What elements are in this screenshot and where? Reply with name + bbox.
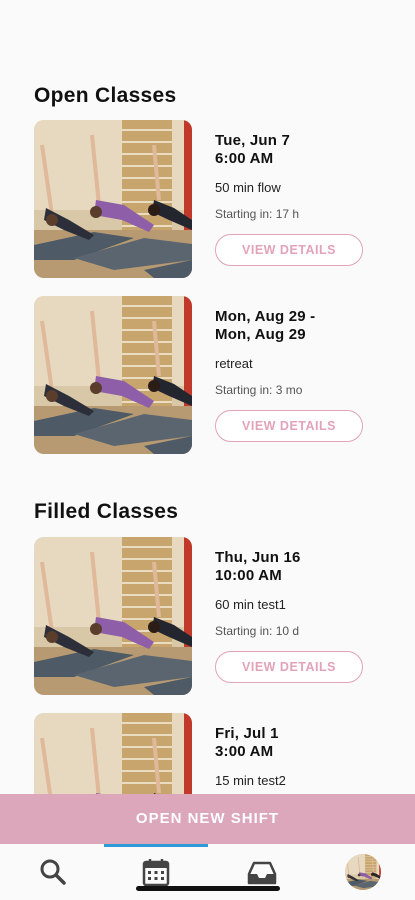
home-indicator (136, 886, 280, 891)
open-classes-title: Open Classes (34, 84, 177, 107)
search-icon (40, 859, 66, 885)
class-image (34, 296, 192, 454)
class-description: 15 min test2 (215, 773, 286, 788)
tab-bar (0, 844, 415, 900)
class-description: 50 min flow (215, 180, 281, 195)
class-date: Fri, Jul 1 3:00 AM (215, 725, 279, 760)
class-starting: Starting in: 17 h (215, 207, 300, 221)
tab-calendar[interactable] (140, 856, 172, 888)
view-details-button[interactable]: VIEW DETAILS (215, 651, 363, 683)
tab-profile[interactable] (345, 854, 381, 890)
profile-avatar (345, 854, 381, 890)
class-starting: Starting in: 3 mo (215, 383, 303, 397)
class-date: Thu, Jun 16 10:00 AM (215, 549, 301, 584)
class-date: Mon, Aug 29 - Mon, Aug 29 (215, 308, 316, 343)
open-new-shift-button[interactable]: OPEN NEW SHIFT (0, 794, 415, 844)
view-details-button[interactable]: VIEW DETAILS (215, 410, 363, 442)
inbox-icon (247, 861, 277, 885)
class-starting: Starting in: 10 d (215, 624, 300, 638)
filled-classes-title: Filled Classes (34, 500, 179, 523)
class-card[interactable]: Mon, Aug 29 - Mon, Aug 29 retreat Starti… (34, 296, 394, 456)
class-description: retreat (215, 356, 253, 371)
class-date: Tue, Jun 7 6:00 AM (215, 132, 291, 167)
class-image (34, 120, 192, 278)
class-image (34, 537, 192, 695)
class-card[interactable]: Thu, Jun 16 10:00 AM 60 min test1 Starti… (34, 537, 394, 697)
tab-search[interactable] (37, 856, 69, 888)
class-card[interactable]: Tue, Jun 7 6:00 AM 50 min flow Starting … (34, 120, 394, 280)
status-bar (0, 0, 415, 60)
tab-active-indicator (104, 844, 208, 847)
class-description: 60 min test1 (215, 597, 286, 612)
view-details-button[interactable]: VIEW DETAILS (215, 234, 363, 266)
calendar-icon (142, 859, 170, 887)
tab-inbox[interactable] (246, 856, 278, 888)
